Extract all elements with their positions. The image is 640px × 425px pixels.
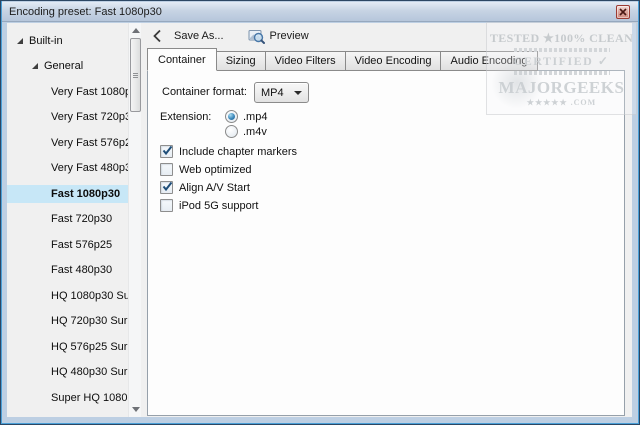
close-button[interactable]	[616, 5, 630, 19]
tree-item-label: Super HQ 1080p3	[51, 391, 128, 404]
tab-video-encoding[interactable]: Video Encoding	[344, 51, 442, 71]
checkbox-web-optimized[interactable]	[160, 163, 173, 176]
x-icon	[619, 8, 627, 16]
tree-item-label: HQ 1080p30 Surr	[51, 289, 128, 302]
check-icon	[162, 145, 173, 156]
tree-item-hq-576p25-surround[interactable]: HQ 576p25 Surro	[7, 334, 128, 360]
tab-video-filters[interactable]: Video Filters	[264, 51, 346, 71]
chevron-left-icon	[153, 29, 161, 43]
container-format-label: Container format:	[162, 86, 247, 98]
tree-item-very-fast-576p25[interactable]: Very Fast 576p25	[7, 130, 128, 156]
tree-item-label: Very Fast 480p30	[51, 162, 128, 175]
check-icon	[162, 181, 173, 192]
titlebar[interactable]: Encoding preset: Fast 1080p30	[2, 2, 638, 22]
radio-m4v[interactable]	[225, 125, 238, 138]
tree-item-label: HQ 480p30 Surro	[51, 366, 128, 379]
tree-item-fast-576p25[interactable]: Fast 576p25	[7, 232, 128, 258]
checkbox-include-chapter-markers[interactable]	[160, 145, 173, 158]
tree-item-hq-720p30-surround[interactable]: HQ 720p30 Surro	[7, 309, 128, 335]
down-triangle-icon	[131, 407, 140, 412]
tab-audio-encoding[interactable]: Audio Encoding	[440, 51, 538, 71]
tree-item-label: HQ 720p30 Surro	[51, 315, 128, 328]
main-area: Save As... Preview Container Sizing Vide…	[141, 23, 632, 417]
tab-strip: Container Sizing Video Filters Video Enc…	[147, 48, 632, 71]
checkbox-align-av-start-label[interactable]: Align A/V Start	[179, 182, 250, 194]
tree-item-label: HQ 576p25 Surro	[51, 340, 128, 353]
extension-label: Extension:	[160, 111, 212, 123]
tree-item-built-in[interactable]: Built-in	[7, 28, 128, 54]
toolbar: Save As... Preview	[141, 23, 632, 49]
checkbox-ipod-5g-support[interactable]	[160, 199, 173, 212]
tree-item-label: Very Fast 576p25	[51, 136, 128, 149]
window-title: Encoding preset: Fast 1080p30	[9, 5, 162, 18]
magnifier-over-image-icon	[248, 30, 265, 44]
tree-item-label: Very Fast 1080p3	[51, 85, 128, 98]
tree-item-label: Fast 720p30	[51, 213, 113, 226]
tree-item-label: Built-in	[29, 34, 63, 47]
radio-mp4-label[interactable]: .mp4	[243, 111, 267, 123]
tree-item-fast-720p30[interactable]: Fast 720p30	[7, 207, 128, 233]
thumb-grip-icon	[133, 72, 138, 78]
tree-item-super-hq-1080p30[interactable]: Super HQ 1080p3	[7, 385, 128, 411]
container-format-value: MP4	[261, 86, 284, 99]
tree-item-fast-1080p30-selected[interactable]: Fast 1080p30	[7, 181, 128, 207]
radio-m4v-label[interactable]: .m4v	[243, 126, 267, 138]
combo-caret-icon	[294, 90, 302, 95]
tree-item-fast-480p30[interactable]: Fast 480p30	[7, 258, 128, 284]
checkbox-ipod-5g-support-label[interactable]: iPod 5G support	[179, 200, 259, 212]
radio-mp4[interactable]	[225, 110, 238, 123]
tree-item-very-fast-720p30[interactable]: Very Fast 720p30	[7, 105, 128, 131]
tree-item-hq-1080p30-surround[interactable]: HQ 1080p30 Surr	[7, 283, 128, 309]
tree-item-very-fast-480p30[interactable]: Very Fast 480p30	[7, 156, 128, 182]
tree-item-general[interactable]: General	[7, 54, 128, 80]
scrollbar-thumb[interactable]	[130, 38, 141, 112]
preview-button-label: Preview	[269, 30, 309, 42]
window-body: Built-in General Very Fast 1080p3 Very F…	[7, 23, 632, 417]
sidebar-scrollbar[interactable]	[128, 23, 141, 417]
tree-item-label: Fast 576p25	[51, 238, 113, 251]
preset-tree: Built-in General Very Fast 1080p3 Very F…	[7, 23, 128, 417]
tree-item-label: Very Fast 720p30	[51, 111, 128, 124]
expander-open-icon[interactable]	[32, 63, 38, 70]
checkbox-align-av-start[interactable]	[160, 181, 173, 194]
up-triangle-icon	[131, 28, 140, 33]
tree-item-label: Fast 1080p30	[51, 187, 121, 200]
tree-item-label: General	[44, 60, 84, 73]
container-tab-panel: Container format: MP4 Extension: .mp4 .m…	[147, 70, 625, 416]
preview-button[interactable]: Preview	[243, 25, 314, 47]
tree-item-very-fast-1080p30[interactable]: Very Fast 1080p3	[7, 79, 128, 105]
save-as-button[interactable]: Save As...	[169, 27, 229, 45]
container-format-select[interactable]: MP4	[254, 82, 309, 103]
tree-item-label: Fast 480p30	[51, 264, 113, 277]
tree-item-hq-480p30-surround[interactable]: HQ 480p30 Surro	[7, 360, 128, 386]
tab-container[interactable]: Container	[147, 48, 217, 71]
back-button[interactable]	[149, 27, 165, 45]
checkbox-web-optimized-label[interactable]: Web optimized	[179, 164, 252, 176]
encoding-preset-window: Encoding preset: Fast 1080p30 Built-in G…	[0, 0, 640, 425]
preset-tree-sidebar: Built-in General Very Fast 1080p3 Very F…	[7, 23, 141, 417]
tab-sizing[interactable]: Sizing	[215, 51, 266, 71]
expander-open-icon[interactable]	[17, 37, 23, 44]
checkbox-include-chapter-markers-label[interactable]: Include chapter markers	[179, 146, 297, 158]
